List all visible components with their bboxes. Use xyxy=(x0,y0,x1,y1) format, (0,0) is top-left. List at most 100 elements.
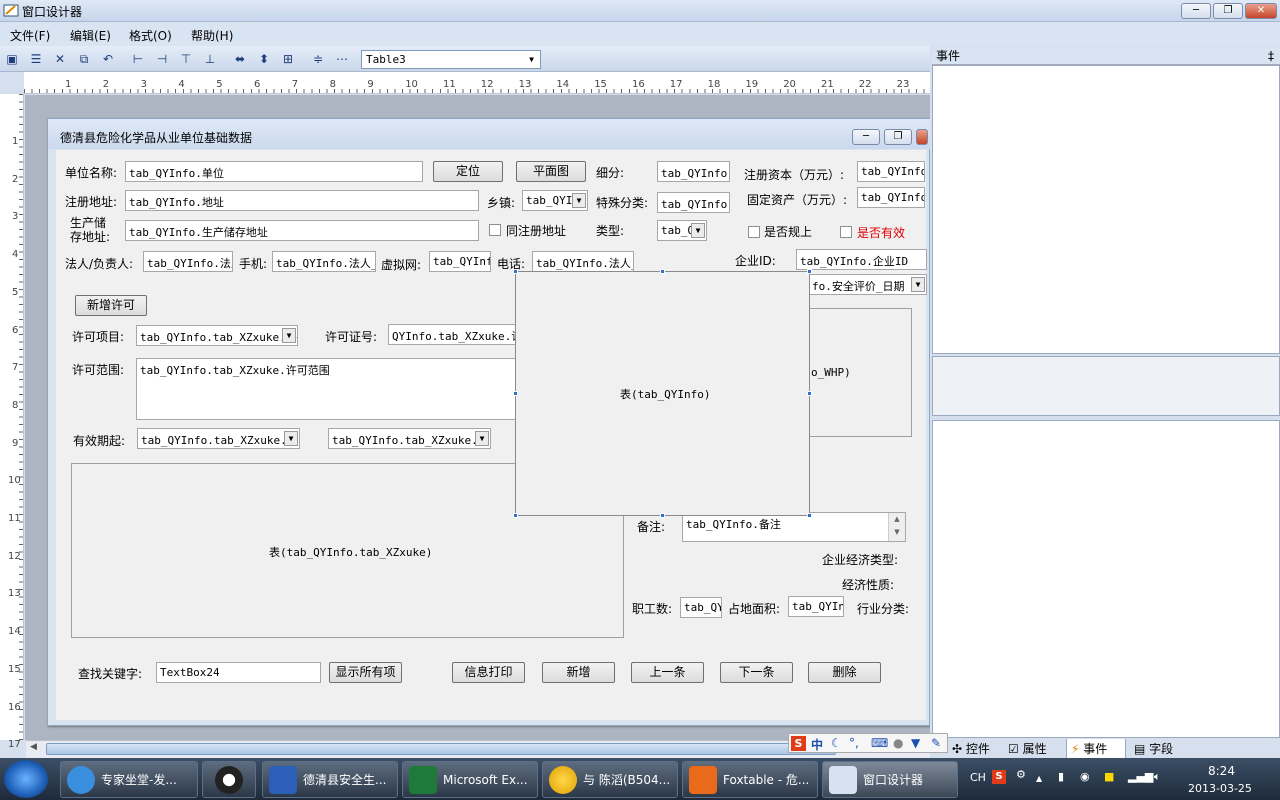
type-combo[interactable]: tab_Q ▼ xyxy=(657,220,707,241)
shirt-icon[interactable]: ▼ xyxy=(911,736,920,750)
same-addr-checkbox[interactable] xyxy=(489,224,501,236)
wrench-icon[interactable]: ✎ xyxy=(931,736,941,750)
print-button[interactable]: 信息打印 xyxy=(452,662,525,683)
form-close-button[interactable] xyxy=(916,129,928,145)
mobile-input[interactable]: tab_QYInfo.法人_手 xyxy=(272,251,376,272)
h-space-icon[interactable]: ⋯ xyxy=(334,51,350,67)
tab-controls[interactable]: ✣ 控件 xyxy=(948,739,1000,759)
safety-date-combo[interactable]: fo.安全评价_日期 ▼ xyxy=(808,274,927,295)
clock-time[interactable]: 8:24 xyxy=(1208,764,1235,778)
task-designer[interactable]: 窗口设计器 xyxy=(822,761,958,798)
clock-date[interactable]: 2013-03-25 xyxy=(1188,782,1252,795)
scroll-thumb[interactable] xyxy=(46,743,836,755)
prev-button[interactable]: 上一条 xyxy=(631,662,704,683)
punct-icon[interactable]: °, xyxy=(849,736,859,750)
menu-format[interactable]: 格式(O) xyxy=(129,27,172,44)
pin-icon[interactable]: ‡ xyxy=(1268,47,1274,65)
floor-plan-button[interactable]: 平面图 xyxy=(516,161,586,182)
save-all-icon[interactable]: ☰ xyxy=(28,51,44,67)
valid-from-combo[interactable]: tab_QYInfo.tab_XZxuke.有 ▼ xyxy=(137,428,300,449)
reg-addr-input[interactable]: tab_QYInfo.地址 xyxy=(125,190,479,211)
capital-input[interactable]: tab_QYInfo. xyxy=(857,161,925,182)
next-button[interactable]: 下一条 xyxy=(720,662,793,683)
remark-textarea[interactable]: tab_QYInfo.备注 xyxy=(682,512,906,542)
tab-properties[interactable]: ☑ 属性 xyxy=(1004,739,1064,759)
search-input[interactable]: TextBox24 xyxy=(156,662,321,683)
form-minimize-button[interactable]: ─ xyxy=(852,129,880,145)
above-scale-checkbox[interactable] xyxy=(748,226,760,238)
tray-device-icon[interactable]: ▮ xyxy=(1058,770,1064,783)
add-permit-button[interactable]: 新增许可 xyxy=(75,295,147,316)
resize-handle[interactable] xyxy=(513,513,518,518)
start-button[interactable] xyxy=(4,760,48,798)
align-left-icon[interactable]: ⊢ xyxy=(130,51,146,67)
scroll-left-icon[interactable]: ◀ xyxy=(30,742,37,752)
same-height-icon[interactable]: ⬍ xyxy=(256,51,272,67)
locate-button[interactable]: 定位 xyxy=(433,161,503,182)
tab-events[interactable]: ⚡ 事件 xyxy=(1066,739,1126,759)
delete-button[interactable]: 删除 xyxy=(808,662,881,683)
add-button[interactable]: 新增 xyxy=(542,662,615,683)
cut-icon[interactable]: ✕ xyxy=(52,51,68,67)
task-word[interactable]: 德清县安全生... xyxy=(262,761,398,798)
tab-fields[interactable]: ▤ 字段 xyxy=(1130,739,1190,759)
task-chat[interactable]: 与 陈滔(B504... xyxy=(542,761,678,798)
menu-help[interactable]: 帮助(H) xyxy=(191,27,233,44)
assets-input[interactable]: tab_QYInfo. xyxy=(857,187,925,208)
form-maximize-button[interactable]: ❐ xyxy=(884,129,912,145)
task-qq[interactable] xyxy=(202,761,256,798)
v-space-icon[interactable]: ≑ xyxy=(310,51,326,67)
maximize-button[interactable]: ❐ xyxy=(1213,3,1243,19)
prod-addr-input[interactable]: tab_QYInfo.生产储存地址 xyxy=(125,220,479,241)
permit-scope-textarea[interactable]: tab_QYInfo.tab_XZxuke.许可范围 xyxy=(136,358,516,420)
user-icon[interactable]: ● xyxy=(893,736,903,750)
volume-icon[interactable]: 🔈︎ xyxy=(1154,770,1161,784)
resize-handle[interactable] xyxy=(513,269,518,274)
toolbox-area[interactable] xyxy=(932,420,1280,738)
main-table[interactable]: 表(tab_QYInfo) xyxy=(515,271,810,516)
resize-handle[interactable] xyxy=(807,269,812,274)
permit-item-combo[interactable]: tab_QYInfo.tab_XZxuke.许 ▼ xyxy=(136,325,298,346)
special-input[interactable]: tab_QYInfo.特 xyxy=(657,192,730,213)
tray-settings-icon[interactable]: ⚙ xyxy=(1016,768,1026,781)
resize-handle[interactable] xyxy=(660,269,665,274)
remark-scrollbar[interactable]: ▲ ▼ xyxy=(888,513,905,541)
virtual-input[interactable]: tab_QYInfo xyxy=(429,251,491,272)
resize-handle[interactable] xyxy=(513,391,518,396)
copy-icon[interactable]: ⧉ xyxy=(76,51,92,67)
phone-input[interactable]: tab_QYInfo.法人_ xyxy=(532,251,634,272)
valid-checkbox[interactable] xyxy=(840,226,852,238)
network-icon[interactable]: ▂▄▆ xyxy=(1128,770,1153,783)
permit-no-input[interactable]: QYInfo.tab_XZxuke.许 xyxy=(388,324,516,345)
align-right-icon[interactable]: ⊣ xyxy=(154,51,170,67)
save-icon[interactable]: ▣ xyxy=(4,51,20,67)
town-combo[interactable]: tab_QYI: ▼ xyxy=(522,190,588,211)
tray-note-icon[interactable]: ■ xyxy=(1104,770,1114,783)
ime-lang[interactable]: 中 xyxy=(811,736,823,753)
undo-icon[interactable]: ↶ xyxy=(100,51,116,67)
resize-handle[interactable] xyxy=(807,391,812,396)
unit-name-input[interactable]: tab_QYInfo.单位 xyxy=(125,161,423,182)
task-foxtable[interactable]: Foxtable - 危... xyxy=(682,761,818,798)
keyboard-icon[interactable]: ⌨ xyxy=(871,736,888,750)
moon-icon[interactable]: ☾ xyxy=(831,736,842,750)
same-size-icon[interactable]: ⊞ xyxy=(280,51,296,67)
table-select[interactable]: Table3 ▼ xyxy=(361,50,541,69)
sogou-tray-icon[interactable]: S xyxy=(992,770,1006,784)
ime-toolbar[interactable]: S 中 ☾ °, ⌨ ● ▼ ✎ xyxy=(788,733,948,753)
events-list[interactable] xyxy=(932,65,1280,354)
resize-handle[interactable] xyxy=(660,513,665,518)
company-id-input[interactable]: tab_QYInfo.企业ID xyxy=(796,249,927,270)
task-expert[interactable]: 专家坐堂-发... xyxy=(60,761,198,798)
align-bottom-icon[interactable]: ⊥ xyxy=(202,51,218,67)
minimize-button[interactable]: ─ xyxy=(1181,3,1211,19)
staff-input[interactable]: tab_QY. xyxy=(680,597,722,618)
valid-to-combo[interactable]: tab_QYInfo.tab_XZxuke.有 ▼ xyxy=(328,428,491,449)
show-all-button[interactable]: 显示所有项 xyxy=(329,662,402,683)
close-button[interactable]: ✕ xyxy=(1245,3,1277,19)
resize-handle[interactable] xyxy=(807,513,812,518)
task-excel[interactable]: Microsoft Ex... xyxy=(402,761,538,798)
same-width-icon[interactable]: ⬌ xyxy=(232,51,248,67)
sub-input[interactable]: tab_QYInfo.细 xyxy=(657,161,730,182)
menu-file[interactable]: 文件(F) xyxy=(10,27,50,44)
